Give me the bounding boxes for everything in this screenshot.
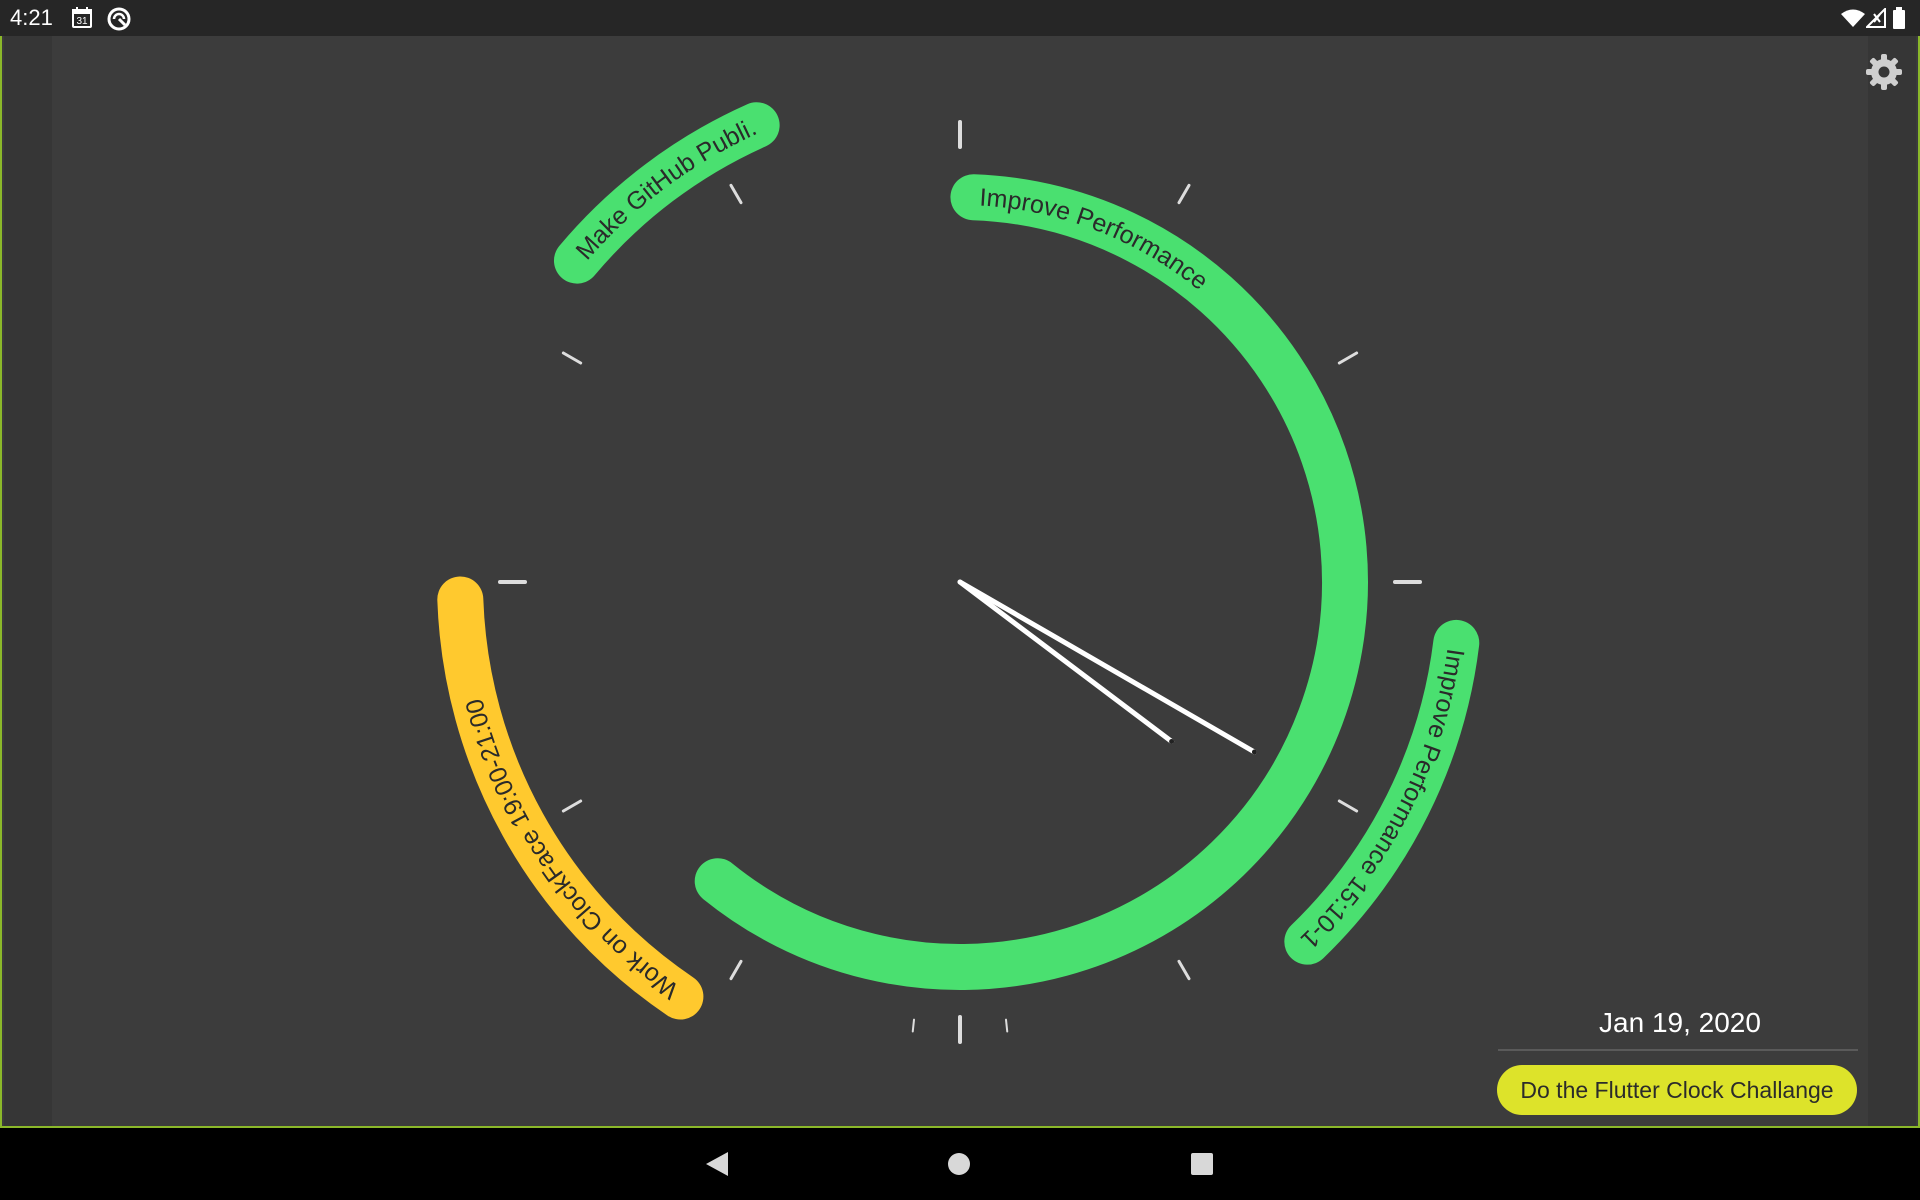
clock-face: Improve PerformanceMake GitHub Publi...I… <box>0 0 1480 1044</box>
android-screen: 4:21 31 Improve Performance Make GitHub … <box>0 0 1920 1200</box>
hour-hand <box>957 579 1175 744</box>
hour-tick <box>1337 351 1359 365</box>
task-arc-label: Make GitHub Publi... <box>0 0 761 265</box>
back-triangle-icon <box>706 1152 728 1176</box>
settings-button[interactable] <box>1864 52 1904 92</box>
hour-tick <box>561 799 583 813</box>
hour-tick <box>729 959 743 981</box>
hour-tick <box>1177 959 1191 981</box>
home-button[interactable] <box>937 1142 981 1186</box>
recents-button[interactable] <box>1180 1142 1224 1186</box>
gear-icon <box>1866 54 1902 90</box>
hour-tick <box>561 351 583 365</box>
hand-tip <box>1251 749 1257 755</box>
navigation-bar <box>0 1128 1920 1200</box>
back-button[interactable] <box>694 1142 738 1186</box>
minute-tick <box>1004 1018 1009 1033</box>
recents-square-icon <box>1191 1153 1213 1175</box>
current-task-chip[interactable]: Do the Flutter Clock Challange <box>1497 1065 1857 1115</box>
date-label: Jan 19, 2020 <box>1599 1007 1761 1038</box>
hour-tick <box>729 183 743 205</box>
hour-tick <box>1337 799 1359 813</box>
home-circle-icon <box>948 1153 970 1175</box>
minute-tick <box>911 1018 916 1033</box>
hour-tick <box>1177 183 1191 205</box>
task-arcs <box>437 102 1480 1020</box>
minute-hand <box>957 579 1257 755</box>
task-arc-label: Work on ClockFace 19:00-21:00 <box>460 696 683 1004</box>
task-arc <box>437 576 704 1020</box>
task-arc <box>694 174 1368 990</box>
date-divider <box>1498 1049 1858 1051</box>
clock-hands <box>957 579 1257 755</box>
hand-tip <box>1169 738 1175 744</box>
